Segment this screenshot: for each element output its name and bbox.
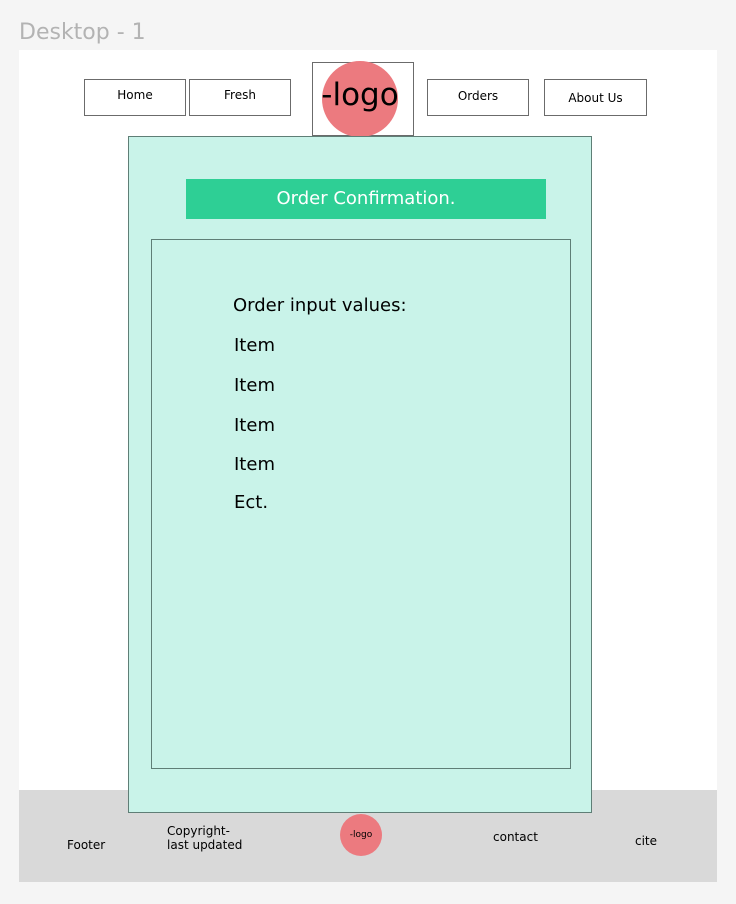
footer-copyright-line1: Copyright-	[167, 824, 230, 838]
order-item: Item	[234, 415, 275, 436]
logo-text: -logo	[321, 77, 399, 113]
footer-logo-icon[interactable]: -logo	[340, 814, 382, 856]
order-item: Item	[234, 454, 275, 475]
order-item: Item	[234, 335, 275, 356]
nav-home-button[interactable]: Home	[84, 79, 186, 116]
order-details-panel: Order input values: Item Item Item Item …	[151, 239, 571, 769]
nav-orders-button[interactable]: Orders	[427, 79, 529, 116]
order-item: Ect.	[234, 492, 269, 513]
nav-fresh-button[interactable]: Fresh	[189, 79, 291, 116]
order-item: Item	[234, 375, 275, 396]
footer-copyright: Copyright- last updated	[167, 824, 242, 852]
order-confirmation-card: Order Confirmation. Order input values: …	[128, 136, 592, 813]
footer-copyright-line2: last updated	[167, 838, 243, 852]
desktop-artboard: Home Fresh -logo Orders About Us Footer …	[19, 50, 717, 882]
order-values-heading: Order input values:	[233, 295, 407, 316]
order-confirmation-banner: Order Confirmation.	[186, 179, 546, 219]
frame-label: Desktop - 1	[19, 20, 146, 45]
footer-label: Footer	[67, 838, 106, 852]
footer-cite-link[interactable]: cite	[635, 834, 657, 848]
footer-contact-link[interactable]: contact	[493, 830, 538, 844]
nav-about-button[interactable]: About Us	[544, 79, 647, 116]
